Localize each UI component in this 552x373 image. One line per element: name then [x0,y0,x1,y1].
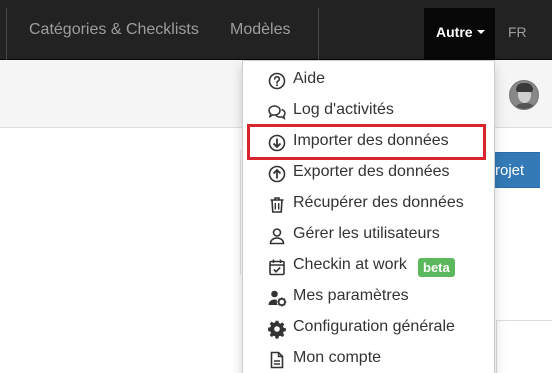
menu-item-label: Gérer les utilisateurs [293,225,440,242]
trash-icon [267,195,287,215]
arrow-circle-down-icon [267,133,287,153]
menu-item-gerer-utilisateurs[interactable]: Gérer les utilisateurs [243,220,494,251]
nav-divider [318,8,319,60]
menu-item-mes-parametres[interactable]: Mes paramètres [243,282,494,313]
menu-item-label: Récupérer des données [293,194,464,211]
nav-dropdown-label: Autre [436,24,473,40]
menu-item-importer-donnees[interactable]: Importer des données [243,127,494,158]
menu-item-label: Mes paramètres [293,287,409,304]
app-page: Catégories & Checklists Modèles Autre FR… [0,0,552,373]
comments-icon [267,102,287,122]
content-panel [496,320,552,373]
top-navbar: Catégories & Checklists Modèles Autre FR [0,0,552,60]
nav-dropdown-autre[interactable]: Autre [424,8,495,60]
new-project-button-label: rojet [495,162,525,179]
menu-item-exporter-donnees[interactable]: Exporter des données [243,158,494,189]
menu-item-mon-compte[interactable]: Mon compte [243,344,494,373]
avatar[interactable] [509,80,539,110]
gear-icon [267,319,287,339]
menu-item-label: Checkin at work [293,256,407,273]
nav-divider [6,8,7,60]
file-icon [267,350,287,370]
beta-badge: beta [418,258,455,277]
autre-dropdown-menu: Aide Log d'activités Importer des donnée… [242,60,495,373]
menu-item-label: Log d'activités [293,101,394,118]
menu-item-label: Importer des données [293,132,449,149]
menu-item-label: Exporter des données [293,163,450,180]
user-icon [267,226,287,246]
menu-item-configuration-generale[interactable]: Configuration générale [243,313,494,344]
menu-item-label: Configuration générale [293,318,455,335]
arrow-circle-up-icon [267,164,287,184]
language-switch[interactable]: FR [508,24,527,40]
panel-divider [240,150,241,275]
menu-item-aide[interactable]: Aide [243,65,494,96]
menu-item-label: Aide [293,70,326,87]
menu-item-label: Mon compte [293,349,382,366]
menu-item-log-activites[interactable]: Log d'activités [243,96,494,127]
question-circle-icon [267,71,287,91]
caret-down-icon [477,30,485,34]
nav-link-categories[interactable]: Catégories & Checklists [29,21,199,39]
nav-link-modeles[interactable]: Modèles [230,21,290,39]
calendar-check-icon [267,257,287,277]
menu-item-checkin-at-work[interactable]: Checkin at work beta [243,251,494,282]
user-cog-icon [267,288,287,308]
menu-item-recuperer-donnees[interactable]: Récupérer des données [243,189,494,220]
